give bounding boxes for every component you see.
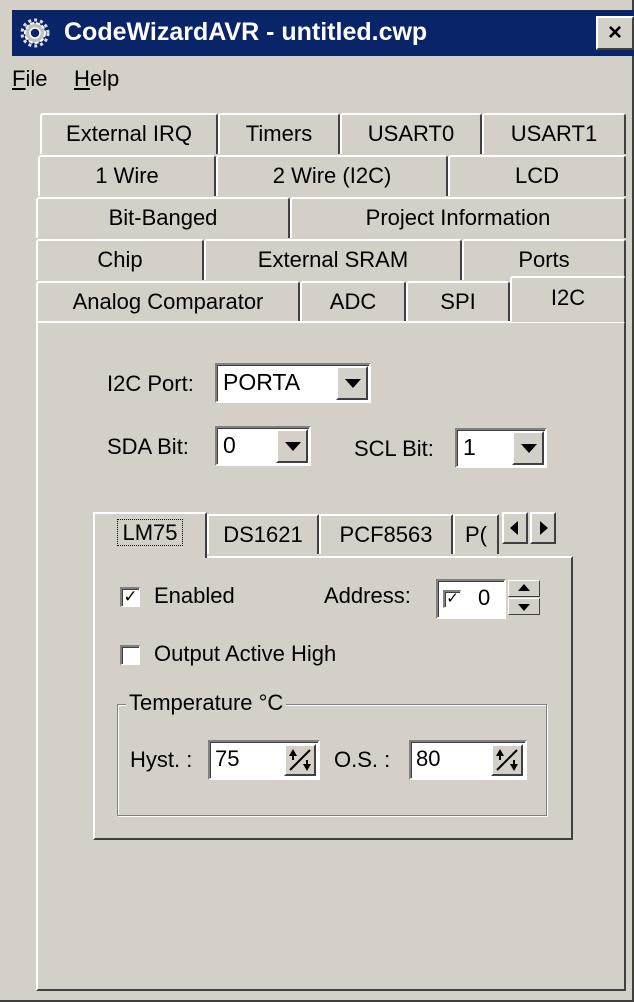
enabled-label: Enabled bbox=[154, 583, 235, 608]
chevron-down-icon[interactable] bbox=[276, 429, 308, 463]
tab-usart1[interactable]: USART1 bbox=[482, 113, 626, 154]
chevron-down-icon[interactable] bbox=[512, 431, 544, 465]
subtab-pcf8563[interactable]: PCF8563 bbox=[319, 514, 453, 554]
os-value: 80 bbox=[416, 746, 441, 771]
hyst-field[interactable]: 75 bbox=[208, 740, 320, 780]
tab-adc[interactable]: ADC bbox=[300, 281, 406, 322]
tab-scroll-right-icon[interactable] bbox=[530, 512, 556, 544]
close-button[interactable]: × bbox=[596, 16, 634, 50]
sda-bit-value: 0 bbox=[223, 432, 236, 458]
subtab-lm75-label: LM75 bbox=[117, 519, 183, 546]
tab-lcd[interactable]: LCD bbox=[448, 155, 626, 196]
os-label: O.S. : bbox=[334, 747, 391, 772]
tab-scroll-left-icon[interactable] bbox=[502, 512, 528, 544]
subtab-truncated[interactable]: P( bbox=[453, 514, 499, 554]
address-checkbox[interactable]: ✓ bbox=[443, 590, 461, 608]
os-spin-button[interactable] bbox=[491, 744, 523, 776]
tab-external-irq[interactable]: External IRQ bbox=[40, 113, 218, 154]
up-down-arrow-icon bbox=[289, 749, 311, 771]
tab-ports[interactable]: Ports bbox=[462, 239, 626, 280]
sda-bit-label: SDA Bit: bbox=[107, 434, 189, 459]
address-field[interactable]: ✓ 0 bbox=[436, 579, 506, 619]
i2c-port-value: PORTA bbox=[223, 369, 301, 395]
codewizard-window: CodeWizardAVR - untitled.cwp × File Help… bbox=[0, 0, 634, 1002]
tab-bit-banged[interactable]: Bit-Banged bbox=[36, 197, 290, 238]
scl-bit-label: SCL Bit: bbox=[354, 436, 434, 461]
title-bar[interactable]: CodeWizardAVR - untitled.cwp × bbox=[12, 10, 634, 56]
i2c-port-select[interactable]: PORTA bbox=[215, 363, 371, 403]
hyst-label: Hyst. : bbox=[130, 747, 193, 772]
address-label: Address: bbox=[324, 583, 411, 608]
subtab-ds1621[interactable]: DS1621 bbox=[207, 514, 319, 554]
tab-i2c[interactable]: I2C bbox=[510, 276, 626, 322]
menu-file[interactable]: File bbox=[12, 66, 47, 92]
hyst-spin-button[interactable] bbox=[284, 744, 316, 776]
spin-up-button[interactable] bbox=[508, 580, 540, 597]
i2c-port-label: I2C Port: bbox=[107, 371, 194, 396]
tab-timers[interactable]: Timers bbox=[218, 113, 340, 154]
scl-bit-select[interactable]: 1 bbox=[455, 428, 547, 468]
gear-icon bbox=[20, 18, 50, 48]
tab-chip[interactable]: Chip bbox=[36, 239, 204, 280]
output-active-high-label: Output Active High bbox=[154, 641, 337, 666]
output-active-high-checkbox[interactable] bbox=[120, 645, 140, 665]
up-down-arrow-icon bbox=[496, 749, 518, 771]
tab-usart0[interactable]: USART0 bbox=[340, 113, 482, 154]
spin-down-button[interactable] bbox=[508, 598, 540, 615]
address-value: 0 bbox=[478, 585, 491, 610]
sda-bit-select[interactable]: 0 bbox=[215, 426, 311, 466]
hyst-value: 75 bbox=[215, 746, 240, 771]
address-spinner[interactable] bbox=[508, 580, 540, 616]
os-field[interactable]: 80 bbox=[409, 740, 527, 780]
window-title: CodeWizardAVR - untitled.cwp bbox=[64, 18, 428, 46]
subtab-lm75[interactable]: LM75 bbox=[93, 512, 207, 558]
tab-2-wire-i2c[interactable]: 2 Wire (I2C) bbox=[216, 155, 448, 196]
tab-analog-comparator[interactable]: Analog Comparator bbox=[36, 281, 300, 322]
enabled-checkbox[interactable]: ✓ bbox=[120, 587, 140, 607]
chevron-down-icon[interactable] bbox=[336, 366, 368, 400]
tab-external-sram[interactable]: External SRAM bbox=[204, 239, 462, 280]
scl-bit-value: 1 bbox=[463, 434, 476, 460]
tab-project-information[interactable]: Project Information bbox=[290, 197, 626, 238]
menu-help[interactable]: Help bbox=[74, 66, 119, 92]
tab-spi[interactable]: SPI bbox=[406, 281, 510, 322]
tab-1-wire[interactable]: 1 Wire bbox=[38, 155, 216, 196]
temperature-group-title: Temperature °C bbox=[126, 690, 287, 716]
